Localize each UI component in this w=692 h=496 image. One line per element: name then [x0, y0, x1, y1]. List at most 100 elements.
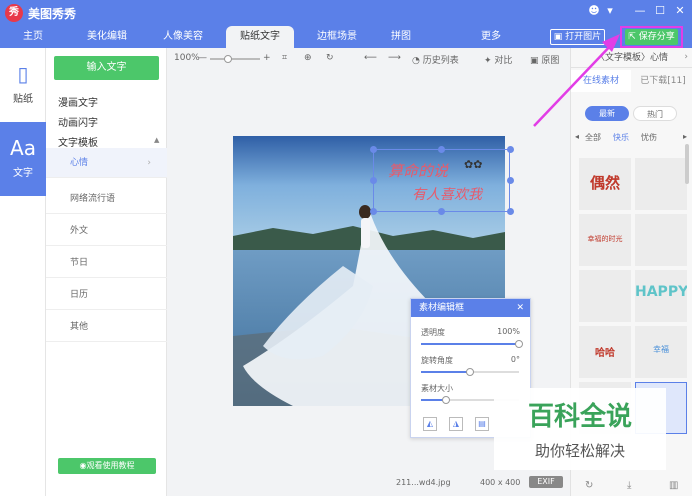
- sort-hot-button[interactable]: 热门: [633, 106, 677, 121]
- slider-knob[interactable]: [441, 396, 450, 404]
- sticker-thumbnail[interactable]: 偶然: [579, 158, 631, 210]
- sticker-thumbnail[interactable]: 哈哈: [579, 326, 631, 378]
- tab-more[interactable]: 更多: [470, 26, 512, 48]
- refresh-icon[interactable]: ↻: [585, 480, 593, 491]
- compare-label: 对比: [494, 56, 513, 66]
- subcategory-calendar[interactable]: 日历: [46, 280, 167, 310]
- compare-icon: ✦: [484, 56, 495, 66]
- file-name: 211...wd4.jpg: [396, 478, 451, 487]
- tutorial-button[interactable]: ◉观看使用教程: [58, 458, 156, 474]
- thumbnail-text: 哈哈: [595, 348, 615, 359]
- skin-icon[interactable]: ☻: [586, 4, 602, 17]
- slider-label: 旋转角度: [421, 356, 453, 365]
- resize-handle[interactable]: [370, 177, 377, 184]
- sidebar-item-sticker[interactable]: ▯ 贴纸: [0, 48, 46, 122]
- slider-value: 0°: [510, 355, 520, 364]
- resize-handle[interactable]: [507, 146, 514, 153]
- history-label: 历史列表: [422, 56, 459, 66]
- image-dimensions: 400 x 400: [480, 478, 521, 487]
- close-icon[interactable]: ✕: [516, 299, 524, 317]
- subtab-sad[interactable]: 忧伤: [641, 132, 657, 143]
- crop-icon[interactable]: ⌗: [282, 53, 287, 63]
- subcategory-label: 心情: [70, 158, 89, 168]
- compare-button[interactable]: ✦ 对比: [484, 53, 512, 66]
- chevron-right-icon: ›: [147, 158, 151, 168]
- menu-icon[interactable]: ▾: [602, 4, 618, 17]
- bookmark-icon: ▯: [17, 62, 29, 86]
- chevron-left-icon[interactable]: ◂: [575, 132, 579, 141]
- zoom-in-icon[interactable]: +: [263, 53, 271, 63]
- subcategory-foreign[interactable]: 外文: [46, 216, 167, 246]
- thumbnail-text: HAPPY: [635, 284, 687, 300]
- zoom-slider-knob[interactable]: [224, 55, 232, 63]
- subcategory-internet-slang[interactable]: 网络流行语: [46, 184, 167, 214]
- opacity-slider[interactable]: [421, 340, 523, 348]
- app-logo: 秀: [5, 4, 23, 22]
- close-icon[interactable]: ✕: [672, 4, 688, 17]
- resize-handle[interactable]: [370, 208, 377, 215]
- subcategory-festival[interactable]: 节日: [46, 248, 167, 278]
- sticker-thumbnail[interactable]: 幸福: [635, 326, 687, 378]
- slider-fill: [421, 343, 519, 345]
- slider-knob[interactable]: [515, 340, 523, 348]
- tab-portrait[interactable]: 人像美容: [152, 26, 214, 48]
- tab-frame-scene[interactable]: 边框场景: [306, 26, 368, 48]
- chevron-right-icon[interactable]: ›: [684, 52, 688, 62]
- chevron-right-icon[interactable]: ▸: [683, 132, 687, 141]
- subcategory-mood[interactable]: 心情 ›: [46, 148, 167, 178]
- subtab-happy[interactable]: 快乐: [613, 132, 629, 143]
- tab-downloaded[interactable]: 已下载[11]: [633, 70, 692, 92]
- tab-collage[interactable]: 拼图: [380, 26, 422, 48]
- annotation-arrow: [533, 34, 620, 127]
- title-bar: 秀 美图秀秀 ☻ ▾ — ☐ ✕: [0, 0, 692, 26]
- resize-handle[interactable]: [507, 177, 514, 184]
- slider-fill: [421, 371, 470, 373]
- zoom-level: 100%: [174, 53, 200, 63]
- maximize-icon[interactable]: ☐: [652, 4, 668, 17]
- undo-icon[interactable]: ⟵: [364, 53, 377, 63]
- sidebar-item-label: 文字: [13, 168, 33, 179]
- subtab-all[interactable]: 全部: [585, 132, 601, 143]
- tab-home[interactable]: 主页: [12, 26, 54, 48]
- thumbnail-text: 偶然: [589, 174, 620, 192]
- slider-knob[interactable]: [466, 368, 474, 376]
- sidebar-item-text[interactable]: Aa 文字: [0, 122, 46, 196]
- sticker-thumbnail[interactable]: [635, 214, 687, 266]
- zoom-slider[interactable]: [210, 55, 260, 63]
- redo-icon[interactable]: ⟶: [388, 53, 401, 63]
- download-icon[interactable]: ⤓: [627, 480, 631, 491]
- resize-handle[interactable]: [438, 146, 445, 153]
- magnify-icon[interactable]: ⊕: [304, 53, 312, 63]
- zoom-out-icon[interactable]: —: [198, 53, 207, 63]
- tutorial-label: 观看使用教程: [86, 461, 135, 470]
- resize-handle[interactable]: [370, 146, 377, 153]
- subcategory-other[interactable]: 其他: [46, 312, 167, 342]
- history-button[interactable]: ◔ 历史列表: [412, 53, 459, 66]
- icon-sidebar: ▯ 贴纸 Aa 文字: [0, 48, 46, 496]
- category-comic-text[interactable]: 漫画文字: [58, 94, 98, 109]
- resize-handle[interactable]: [438, 208, 445, 215]
- sticker-thumbnail[interactable]: HAPPY: [635, 270, 687, 322]
- category-text-template[interactable]: 文字模板: [58, 134, 98, 149]
- resize-handle[interactable]: [507, 208, 514, 215]
- exif-button[interactable]: EXIF: [529, 476, 563, 488]
- rotation-slider[interactable]: [421, 368, 519, 376]
- flip-horizontal-icon[interactable]: ◭: [423, 417, 437, 431]
- slider-label: 透明度: [421, 328, 445, 337]
- collapse-icon[interactable]: ▲: [154, 136, 159, 144]
- delete-icon[interactable]: ▥: [669, 480, 678, 491]
- sticker-thumbnail[interactable]: [635, 158, 687, 210]
- minimize-icon[interactable]: —: [632, 4, 648, 17]
- scrollbar[interactable]: [685, 144, 689, 184]
- layer-icon[interactable]: ▤: [475, 417, 489, 431]
- flip-vertical-icon[interactable]: ◮: [449, 417, 463, 431]
- tab-beautify[interactable]: 美化编辑: [76, 26, 138, 48]
- rotate-icon[interactable]: ↻: [326, 53, 334, 63]
- edit-panel-title: 素材编辑框: [419, 303, 465, 313]
- category-animated-text[interactable]: 动画闪字: [58, 114, 98, 129]
- input-text-button[interactable]: 输入文字: [54, 56, 159, 80]
- sticker-thumbnail[interactable]: 幸福的时光: [579, 214, 631, 266]
- sticker-thumbnail[interactable]: [579, 270, 631, 322]
- tab-sticker-text[interactable]: 贴纸文字: [226, 26, 294, 48]
- app-title: 美图秀秀: [28, 7, 77, 21]
